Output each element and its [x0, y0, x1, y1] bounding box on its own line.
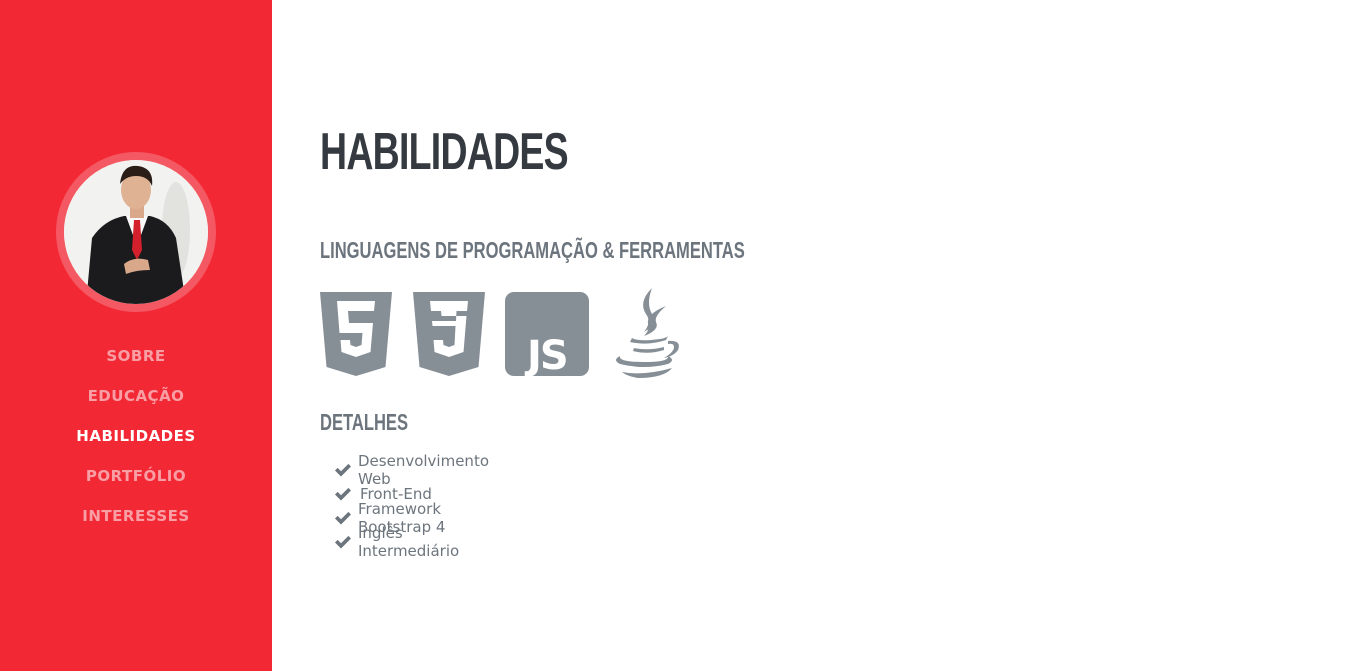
java-icon	[616, 288, 679, 378]
check-icon	[334, 506, 352, 530]
check-icon	[334, 530, 352, 554]
list-item: Inglês Intermediário	[334, 524, 491, 560]
nav-link-educacao[interactable]: EDUCAÇÃO	[88, 387, 185, 405]
details-heading: DETALHES	[320, 409, 409, 435]
avatar-ring	[56, 152, 216, 312]
check-icon	[334, 458, 352, 482]
nav-item-interesses: INTERESSES	[0, 496, 272, 536]
nav-item-portfolio: PORTFÓLIO	[0, 456, 272, 496]
check-icon	[334, 482, 354, 506]
nav-link-portfolio[interactable]: PORTFÓLIO	[86, 467, 186, 485]
sidebar: SOBRE EDUCAÇÃO HABILIDADES PORTFÓLIO INT…	[0, 0, 272, 671]
html5-icon	[320, 292, 392, 376]
javascript-icon: JS	[505, 292, 589, 376]
list-item: Desenvolvimento Web	[334, 452, 491, 488]
details-list: Desenvolvimento Web Front-End Framework …	[334, 452, 491, 560]
sidebar-nav: SOBRE EDUCAÇÃO HABILIDADES PORTFÓLIO INT…	[0, 336, 272, 536]
languages-heading: LINGUAGENS DE PROGRAMAÇÃO & FERRAMENTAS	[320, 237, 745, 263]
nav-link-habilidades[interactable]: HABILIDADES	[76, 427, 195, 445]
avatar[interactable]	[64, 160, 208, 304]
nav-link-interesses[interactable]: INTERESSES	[82, 507, 189, 525]
page-title: HABILIDADES	[320, 123, 569, 181]
detail-text: Inglês Intermediário	[358, 524, 460, 560]
avatar-photo	[64, 160, 208, 304]
nav-item-habilidades: HABILIDADES	[0, 416, 272, 456]
nav-link-sobre[interactable]: SOBRE	[106, 347, 165, 365]
nav-item-sobre: SOBRE	[0, 336, 272, 376]
svg-text:JS: JS	[524, 333, 567, 376]
css3-icon	[413, 292, 485, 376]
nav-item-educacao: EDUCAÇÃO	[0, 376, 272, 416]
detail-text: Desenvolvimento Web	[358, 452, 490, 488]
